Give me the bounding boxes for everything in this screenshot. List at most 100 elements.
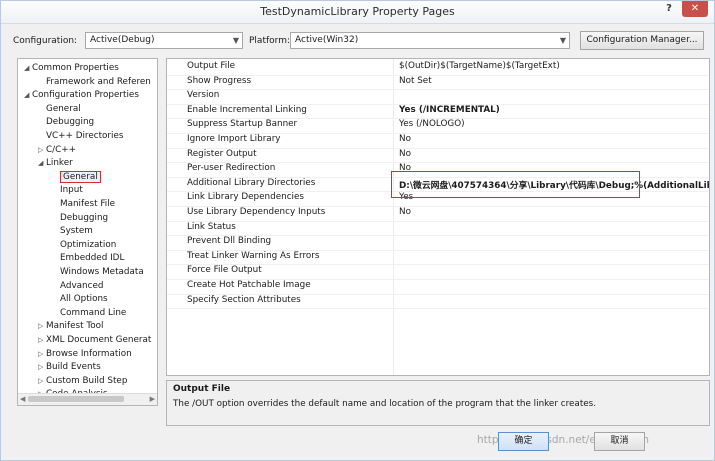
property-row[interactable]: Enable Incremental Linking Yes (/INCREMEN… bbox=[167, 104, 709, 120]
tree-item-label: Common Properties bbox=[32, 63, 119, 73]
property-grid: Output File $(OutDir)$(TargetName)$(Targe… bbox=[166, 58, 710, 376]
property-name: Enable Incremental Linking bbox=[187, 104, 307, 115]
tree-item-label: Optimization bbox=[60, 239, 117, 250]
property-name: Prevent Dll Binding bbox=[187, 236, 272, 247]
tree-item[interactable]: Input bbox=[52, 184, 83, 197]
tree-item[interactable]: ▷ Manifest Tool bbox=[38, 320, 103, 333]
tree-item[interactable]: ▷ Browse Information bbox=[38, 348, 132, 361]
tree-item[interactable]: General bbox=[38, 103, 81, 116]
property-row[interactable]: Ignore Import Library No bbox=[167, 133, 709, 149]
tree-item-label: Embedded IDL bbox=[60, 253, 125, 264]
platform-select[interactable]: Active(Win32) ▼ bbox=[290, 32, 570, 49]
tree-item-label: Debugging bbox=[60, 212, 109, 223]
tree-item-label: Framework and Referen bbox=[46, 76, 151, 87]
tree-item-label: Linker bbox=[46, 158, 73, 169]
tree-item-label: Debugging bbox=[46, 117, 95, 128]
property-name: Additional Library Directories bbox=[187, 177, 316, 188]
property-value[interactable]: No bbox=[399, 207, 411, 217]
tree-item[interactable]: ▷ XML Document Generat bbox=[38, 334, 151, 347]
tree-item[interactable]: General bbox=[52, 170, 101, 184]
property-row[interactable]: Force File Output bbox=[167, 264, 709, 280]
expand-arrow-icon[interactable]: ▷ bbox=[38, 334, 46, 347]
tree-item[interactable]: Optimization bbox=[52, 239, 116, 252]
property-row[interactable]: Suppress Startup Banner Yes (/NOLOGO) bbox=[167, 118, 709, 134]
property-value[interactable]: $(OutDir)$(TargetName)$(TargetExt) bbox=[399, 61, 560, 71]
ok-button[interactable]: 确定 bbox=[498, 432, 549, 451]
tree-item[interactable]: Windows Metadata bbox=[52, 266, 144, 279]
expand-arrow-icon[interactable]: ▷ bbox=[38, 320, 46, 333]
collapse-arrow-icon[interactable]: ◢ bbox=[24, 89, 32, 102]
property-name: Link Library Dependencies bbox=[187, 192, 304, 203]
title-bar: TestDynamicLibrary Property Pages ? ✕ bbox=[1, 1, 714, 24]
collapse-arrow-icon[interactable]: ◢ bbox=[24, 62, 32, 75]
property-tree[interactable]: ◢ Common Properties Framework and Referen ◢… bbox=[17, 58, 158, 406]
configuration-manager-button[interactable]: Configuration Manager... bbox=[580, 31, 704, 50]
tree-item[interactable]: Debugging bbox=[38, 116, 94, 129]
property-name: Register Output bbox=[187, 148, 257, 159]
platform-value: Active(Win32) bbox=[295, 35, 359, 45]
tree-horizontal-scrollbar[interactable]: ◀ ▶ bbox=[18, 393, 157, 405]
help-icon[interactable]: ? bbox=[660, 1, 678, 17]
property-row[interactable]: Link Status bbox=[167, 221, 709, 237]
tree-item[interactable]: Embedded IDL bbox=[52, 252, 124, 265]
scroll-right-icon[interactable]: ▶ bbox=[150, 394, 155, 405]
tree-item[interactable]: Command Line bbox=[52, 307, 126, 320]
property-value[interactable]: Yes (/NOLOGO) bbox=[399, 119, 465, 129]
property-row[interactable]: Use Library Dependency Inputs No bbox=[167, 206, 709, 222]
tree-item-label: Browse Information bbox=[46, 348, 132, 359]
property-value[interactable]: No bbox=[399, 149, 411, 159]
tree-item[interactable]: ◢ Configuration Properties bbox=[24, 89, 139, 102]
tree-item[interactable]: ▷ Build Events bbox=[38, 361, 101, 374]
tree-item[interactable]: Framework and Referen bbox=[38, 76, 151, 89]
expand-arrow-icon[interactable]: ▷ bbox=[38, 348, 46, 361]
tree-item[interactable]: ◢ Linker bbox=[38, 157, 73, 170]
tree-item-label: Custom Build Step bbox=[46, 375, 128, 386]
tree-item[interactable]: All Options bbox=[52, 293, 108, 306]
property-row[interactable]: Show Progress Not Set bbox=[167, 75, 709, 91]
tree-item[interactable]: Advanced bbox=[52, 280, 103, 293]
property-value[interactable]: Not Set bbox=[399, 76, 432, 86]
tree-item[interactable]: Manifest File bbox=[52, 198, 115, 211]
tree-item[interactable]: ▷ C/C++ bbox=[38, 144, 76, 157]
property-name: Force File Output bbox=[187, 265, 262, 276]
description-text: The /OUT option overrides the default na… bbox=[173, 399, 597, 409]
tree-item-label: System bbox=[60, 226, 93, 237]
property-value[interactable]: No bbox=[399, 134, 411, 144]
property-name: Link Status bbox=[187, 221, 236, 232]
tree-item-label: VC++ Directories bbox=[46, 131, 124, 141]
description-panel: Output File The /OUT option overrides th… bbox=[166, 380, 710, 426]
configuration-select[interactable]: Active(Debug) ▼ bbox=[85, 32, 243, 49]
scroll-left-icon[interactable]: ◀ bbox=[20, 394, 25, 405]
tree-item-label: Advanced bbox=[60, 280, 104, 291]
expand-arrow-icon[interactable]: ▷ bbox=[38, 361, 46, 374]
property-row[interactable]: Prevent Dll Binding bbox=[167, 235, 709, 251]
configuration-value: Active(Debug) bbox=[90, 35, 155, 45]
tree-item-label: Manifest Tool bbox=[46, 321, 104, 332]
window-title: TestDynamicLibrary Property Pages bbox=[260, 5, 455, 18]
cancel-button[interactable]: 取消 bbox=[594, 432, 645, 451]
scroll-thumb[interactable] bbox=[28, 396, 124, 402]
expand-arrow-icon[interactable]: ▷ bbox=[38, 144, 46, 157]
expand-arrow-icon[interactable]: ▷ bbox=[38, 375, 46, 388]
property-row[interactable]: Output File $(OutDir)$(TargetName)$(Targe… bbox=[167, 60, 709, 76]
property-row[interactable]: Specify Section Attributes bbox=[167, 294, 709, 310]
collapse-arrow-icon[interactable]: ◢ bbox=[38, 157, 46, 170]
tree-item-label: Command Line bbox=[60, 307, 127, 318]
property-row[interactable]: Version bbox=[167, 89, 709, 105]
tree-item-label: Windows Metadata bbox=[60, 267, 144, 277]
property-name: Specify Section Attributes bbox=[187, 294, 301, 305]
tree-item[interactable]: System bbox=[52, 225, 93, 238]
property-value[interactable]: Yes (/INCREMENTAL) bbox=[399, 105, 500, 115]
tree-item[interactable]: ▷ Custom Build Step bbox=[38, 375, 127, 388]
property-row[interactable]: Register Output No bbox=[167, 148, 709, 164]
close-icon[interactable]: ✕ bbox=[682, 1, 708, 17]
tree-item[interactable]: VC++ Directories bbox=[38, 130, 123, 143]
tree-item-label: General bbox=[60, 170, 101, 183]
tree-item[interactable]: ◢ Common Properties bbox=[24, 62, 119, 75]
property-row[interactable]: Treat Linker Warning As Errors bbox=[167, 250, 709, 266]
property-name: Suppress Startup Banner bbox=[187, 119, 298, 130]
tree-item[interactable]: Debugging bbox=[52, 212, 108, 225]
property-name: Show Progress bbox=[187, 75, 252, 86]
tree-item-label: XML Document Generat bbox=[46, 335, 152, 345]
property-row[interactable]: Create Hot Patchable Image bbox=[167, 279, 709, 295]
